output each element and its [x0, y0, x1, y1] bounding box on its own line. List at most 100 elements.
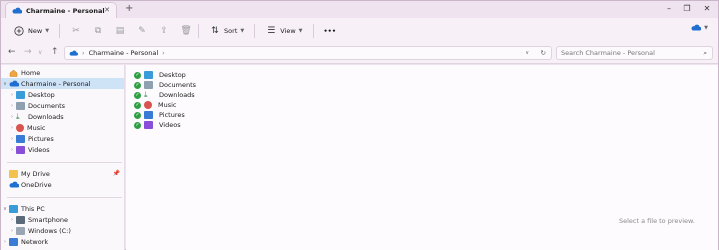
- sidebar-item-pictures[interactable]: › Pictures: [1, 133, 124, 144]
- downloads-folder-icon: ⤓: [144, 90, 148, 99]
- new-tab-icon[interactable]: +: [125, 3, 133, 14]
- breadcrumb-item[interactable]: Charmaine - Personal: [89, 49, 159, 57]
- onedrive-icon: [12, 7, 22, 14]
- folder-icon: [9, 169, 18, 178]
- sidebar-item-this-pc[interactable]: ∨ This PC: [1, 203, 124, 214]
- onedrive-icon: [9, 181, 19, 189]
- delete-icon[interactable]: 🗑: [180, 25, 192, 37]
- sort-button[interactable]: ⇅ Sort ▼: [205, 22, 248, 40]
- list-item[interactable]: ✓ Videos: [134, 120, 181, 130]
- file-name: Documents: [159, 81, 197, 89]
- up-arrow-icon[interactable]: ↑: [51, 47, 59, 57]
- chevron-down-icon: ▼: [298, 27, 303, 34]
- file-list: ✓ Desktop ✓ Documents ✓ ⤓ Downloads ✓ Mu…: [126, 65, 718, 250]
- documents-folder-icon: [144, 81, 153, 89]
- chevron-right-icon[interactable]: ›: [8, 147, 16, 153]
- list-item[interactable]: ✓ Desktop: [134, 70, 186, 80]
- sidebar-item-desktop[interactable]: › Desktop: [1, 89, 124, 100]
- file-name: Videos: [159, 121, 181, 129]
- sidebar-item-smartphone[interactable]: › Smartphone: [1, 214, 124, 225]
- chevron-down-icon[interactable]: ∨: [1, 206, 9, 212]
- home-icon: [9, 69, 18, 77]
- sidebar-item-network[interactable]: › Network: [1, 236, 124, 247]
- documents-folder-icon: [16, 101, 25, 110]
- address-row: ← → ∨ ↑ › Charmaine - Personal › ∨ ↻ Sea…: [1, 43, 718, 64]
- view-button[interactable]: ☰ View ▼: [261, 22, 306, 40]
- sidebar-item-windows-c[interactable]: › Windows (C:): [1, 225, 124, 236]
- chevron-right-icon[interactable]: ›: [1, 239, 9, 245]
- sidebar-item-label: Charmaine - Personal: [21, 79, 91, 88]
- videos-folder-icon: [144, 121, 153, 129]
- sidebar-item-label: Videos: [28, 145, 50, 154]
- onedrive-status-button[interactable]: ▼: [691, 24, 708, 31]
- desktop-folder-icon: [16, 90, 25, 99]
- sidebar-item-onedrive-personal[interactable]: ∨ Charmaine - Personal: [1, 78, 124, 89]
- view-label: View: [280, 26, 296, 35]
- refresh-icon[interactable]: ↻: [541, 49, 546, 57]
- sidebar-item-documents[interactable]: › Documents: [1, 100, 124, 111]
- search-input[interactable]: Search Charmaine - Personal ⌕: [556, 46, 713, 60]
- list-item[interactable]: ✓ Pictures: [134, 110, 185, 120]
- minimize-icon[interactable]: –: [662, 4, 676, 13]
- tab-charmaine-personal[interactable]: Charmaine - Personal ✕: [5, 2, 117, 18]
- sidebar-item-home[interactable]: Home: [1, 67, 124, 78]
- sidebar-item-onedrive[interactable]: OneDrive: [1, 179, 124, 190]
- address-dropdown-icon[interactable]: ∨: [525, 50, 529, 56]
- desktop-folder-icon: [144, 71, 153, 79]
- music-folder-icon: [144, 101, 152, 109]
- downloads-folder-icon: ⤓: [16, 111, 20, 121]
- videos-folder-icon: [16, 145, 25, 154]
- chevron-right-icon[interactable]: ›: [8, 228, 16, 234]
- share-icon[interactable]: ⇪: [158, 25, 170, 37]
- plus-circle-icon: [13, 25, 25, 37]
- recent-chevron-icon[interactable]: ∨: [38, 49, 42, 56]
- paste-icon[interactable]: ▤: [114, 25, 126, 37]
- close-tab-icon[interactable]: ✕: [104, 6, 110, 14]
- sidebar-item-my-drive[interactable]: My Drive 📌: [1, 168, 124, 179]
- forward-arrow-icon[interactable]: →: [24, 47, 32, 57]
- computer-icon: [9, 204, 18, 213]
- pin-icon[interactable]: 📌: [113, 170, 120, 177]
- list-item[interactable]: ✓ ⤓ Downloads: [134, 90, 195, 100]
- maximize-icon[interactable]: ❐: [680, 4, 694, 13]
- chevron-down-icon[interactable]: ∨: [1, 81, 9, 87]
- chevron-down-icon: ▼: [45, 27, 50, 34]
- address-bar[interactable]: › Charmaine - Personal › ∨ ↻: [64, 46, 552, 60]
- file-explorer-window: Charmaine - Personal ✕ + – ❐ ✕ New ▼ ✂ ⧉…: [0, 0, 719, 250]
- sidebar-item-downloads[interactable]: › ⤓ Downloads: [1, 111, 124, 122]
- onedrive-icon: [9, 80, 19, 88]
- back-arrow-icon[interactable]: ←: [8, 47, 16, 57]
- preview-pane-message: Select a file to preview.: [619, 217, 695, 225]
- drive-icon: [16, 226, 25, 235]
- search-icon: ⌕: [703, 48, 707, 57]
- phone-icon: [16, 215, 25, 224]
- sync-status-icon: ✓: [134, 121, 141, 129]
- rename-icon[interactable]: ✎: [136, 25, 148, 37]
- onedrive-icon: [69, 50, 78, 56]
- divider: [59, 23, 61, 38]
- chevron-right-icon[interactable]: ›: [8, 217, 16, 223]
- chevron-right-icon[interactable]: ›: [8, 125, 16, 131]
- breadcrumb-chevron-icon[interactable]: ›: [162, 49, 165, 57]
- new-button[interactable]: New ▼: [9, 22, 53, 40]
- more-options-button[interactable]: •••: [320, 22, 340, 40]
- sidebar-item-label: This PC: [21, 204, 45, 213]
- chevron-right-icon[interactable]: ›: [8, 92, 16, 98]
- list-item[interactable]: ✓ Documents: [134, 80, 196, 90]
- chevron-down-icon: ▼: [704, 24, 708, 31]
- cut-icon[interactable]: ✂: [70, 25, 82, 37]
- copy-icon[interactable]: ⧉: [92, 25, 104, 37]
- sidebar-item-label: Windows (C:): [28, 226, 71, 235]
- onedrive-cloud-icon: [691, 24, 702, 31]
- close-window-icon[interactable]: ✕: [700, 4, 714, 13]
- chevron-right-icon[interactable]: ›: [8, 114, 16, 120]
- sidebar-item-label: Documents: [28, 101, 66, 110]
- list-item[interactable]: ✓ Music: [134, 100, 177, 110]
- sort-label: Sort: [224, 26, 238, 35]
- command-bar: New ▼ ✂ ⧉ ▤ ✎ ⇪ 🗑 ⇅ Sort ▼ ☰ View ▼ •••: [1, 18, 718, 43]
- sidebar-item-music[interactable]: › Music: [1, 122, 124, 133]
- chevron-right-icon[interactable]: ›: [8, 136, 16, 142]
- sidebar-item-videos[interactable]: › Videos: [1, 144, 124, 155]
- sidebar-item-label: Pictures: [28, 134, 54, 143]
- chevron-right-icon[interactable]: ›: [8, 103, 16, 109]
